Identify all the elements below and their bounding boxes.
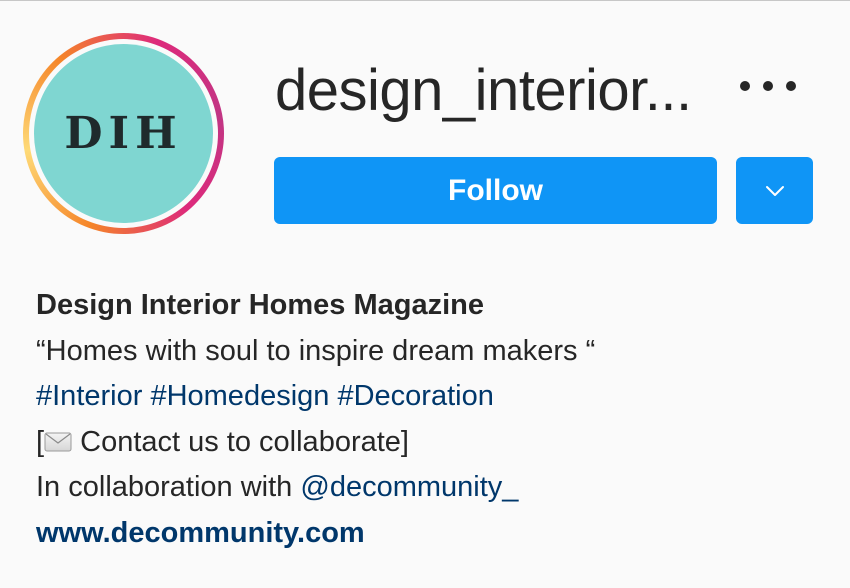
chevron-down-icon [765,185,784,196]
bio-hashtags: #Interior #Homedesign #Decoration [36,374,826,420]
profile-full-name: Design Interior Homes Magazine [36,289,484,321]
top-divider [0,0,850,1]
more-horizontal-icon [740,81,750,91]
avatar-gap: DIH [29,39,218,228]
avatar[interactable]: DIH [34,44,213,223]
envelope-icon [44,432,72,451]
hashtag-link[interactable]: #Interior [36,380,142,412]
collab-prefix: In collaboration with [36,471,301,503]
more-horizontal-icon [786,81,796,91]
mention-link[interactable]: @decommunity_ [300,471,518,503]
profile-bio: Design Interior Homes Magazine “Homes wi… [36,283,826,556]
hashtag-link[interactable]: #Homedesign [150,380,329,412]
contact-bracket: [ [36,425,45,458]
story-ring[interactable]: DIH [23,33,224,234]
bio-contact: [ Contact us to collaborate] [36,420,826,466]
avatar-logo: DIH [64,108,183,159]
more-options-button[interactable] [740,72,796,100]
bio-collaboration: In collaboration with @decommunity_ [36,465,826,511]
contact-text: Contact us to collaborate] [72,425,409,458]
suggested-accounts-dropdown-button[interactable] [736,157,813,224]
bio-tagline: “Homes with soul to inspire dream makers… [36,334,596,367]
more-horizontal-icon [763,81,773,91]
hashtag-link[interactable]: #Decoration [337,380,493,412]
website-link[interactable]: www.decommunity.com [36,511,826,557]
follow-button[interactable]: Follow [274,157,717,224]
profile-username: design_interior... [275,58,692,123]
